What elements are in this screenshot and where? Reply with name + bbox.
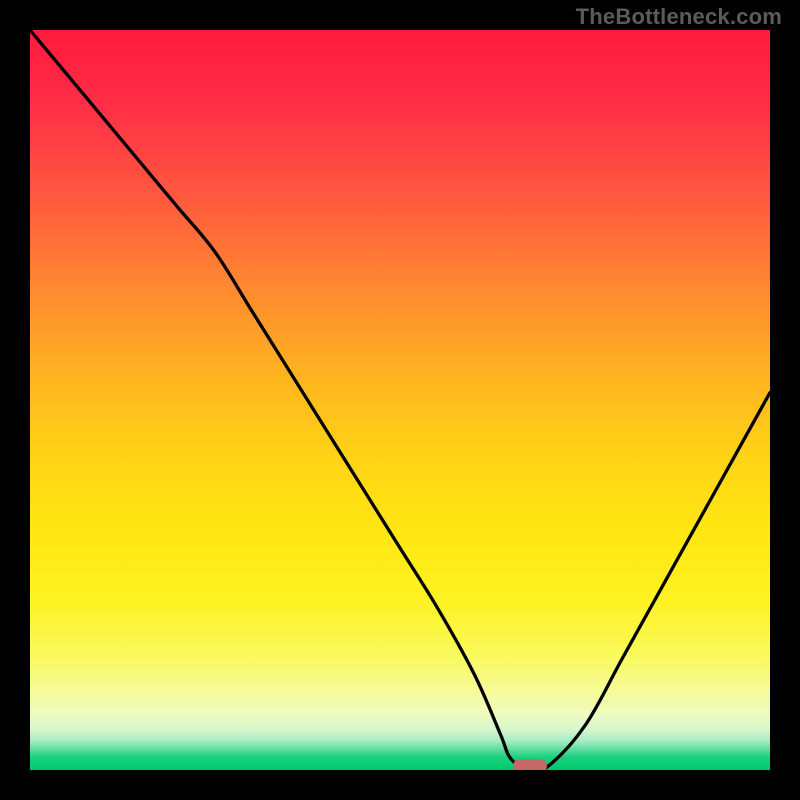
chart-frame: TheBottleneck.com — [0, 0, 800, 800]
bottleneck-curve — [30, 30, 770, 770]
plot-area — [30, 30, 770, 770]
minimum-marker — [513, 759, 547, 770]
watermark-text: TheBottleneck.com — [576, 4, 782, 30]
